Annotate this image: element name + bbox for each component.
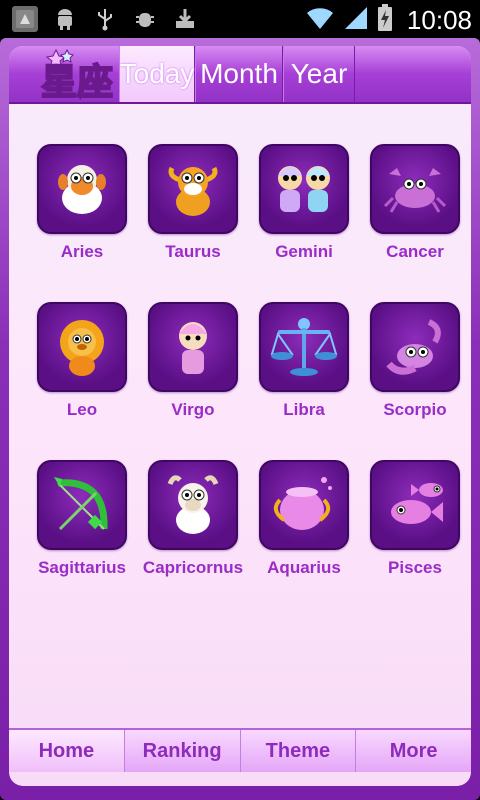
gemini-twins-icon <box>259 144 349 234</box>
zodiac-label: Virgo <box>171 400 215 419</box>
zodiac-item-libra[interactable]: Libra <box>249 302 359 420</box>
status-bar: 10:08 <box>0 0 480 38</box>
taurus-bull-icon <box>148 144 238 234</box>
app-logo: 星座 <box>39 48 121 104</box>
wifi-icon <box>305 5 335 35</box>
tab-today[interactable]: Today <box>119 46 195 102</box>
zodiac-label: Pisces <box>388 558 442 577</box>
scorpio-scorpion-icon <box>370 302 460 392</box>
header: 星座 Today Month Year <box>9 46 471 104</box>
battery-charging-icon <box>377 4 393 36</box>
zodiac-item-aries[interactable]: Aries <box>27 144 137 262</box>
zodiac-label: Gemini <box>275 242 333 261</box>
virgo-maiden-icon <box>148 302 238 392</box>
leo-lion-icon <box>37 302 127 392</box>
usb-icon <box>92 6 118 32</box>
aquarius-vase-icon <box>259 460 349 550</box>
signal-icon <box>343 5 369 35</box>
capricornus-goat-icon <box>148 460 238 550</box>
zodiac-item-gemini[interactable]: Gemini <box>249 144 359 262</box>
nav-theme[interactable]: Theme <box>241 730 357 772</box>
zodiac-item-leo[interactable]: Leo <box>27 302 137 420</box>
nav-ranking[interactable]: Ranking <box>125 730 241 772</box>
app-content: 星座 Today Month Year Aries Taurus Gemini … <box>9 46 471 786</box>
tab-year[interactable]: Year <box>283 46 355 102</box>
nav-home[interactable]: Home <box>9 730 125 772</box>
download-icon <box>172 6 198 32</box>
pisces-fish-icon <box>370 460 460 550</box>
zodiac-label: Sagittarius <box>38 558 126 577</box>
notification-app-icon <box>12 6 38 32</box>
tab-month[interactable]: Month <box>195 46 283 102</box>
zodiac-label: Cancer <box>386 242 444 261</box>
zodiac-item-taurus[interactable]: Taurus <box>138 144 248 262</box>
zodiac-label: Scorpio <box>383 400 447 419</box>
bottom-nav: Home Ranking Theme More <box>9 728 471 772</box>
zodiac-label: Aquarius <box>267 558 341 577</box>
zodiac-item-cancer[interactable]: Cancer <box>360 144 470 262</box>
android-icon <box>52 6 78 32</box>
zodiac-item-aquarius[interactable]: Aquarius <box>249 460 359 578</box>
app-frame: 星座 Today Month Year Aries Taurus Gemini … <box>0 38 480 800</box>
zodiac-item-sagittarius[interactable]: Sagittarius <box>27 460 137 578</box>
zodiac-item-pisces[interactable]: Pisces <box>360 460 470 578</box>
zodiac-item-virgo[interactable]: Virgo <box>138 302 248 420</box>
period-tabs: Today Month Year <box>119 46 355 102</box>
libra-scales-icon <box>259 302 349 392</box>
zodiac-label: Libra <box>283 400 325 419</box>
zodiac-label: Capricornus <box>142 558 244 577</box>
zodiac-label: Aries <box>60 242 104 261</box>
debug-icon <box>132 6 158 32</box>
nav-more[interactable]: More <box>356 730 471 772</box>
zodiac-label: Taurus <box>165 242 221 261</box>
status-time: 10:08 <box>406 4 472 35</box>
aries-sheep-icon <box>37 144 127 234</box>
zodiac-item-capricornus[interactable]: Capricornus <box>138 460 248 578</box>
cancer-crab-icon <box>370 144 460 234</box>
sagittarius-bow-icon <box>37 460 127 550</box>
logo-text: 星座 <box>41 62 113 102</box>
zodiac-label: Leo <box>66 400 98 419</box>
zodiac-item-scorpio[interactable]: Scorpio <box>360 302 470 420</box>
